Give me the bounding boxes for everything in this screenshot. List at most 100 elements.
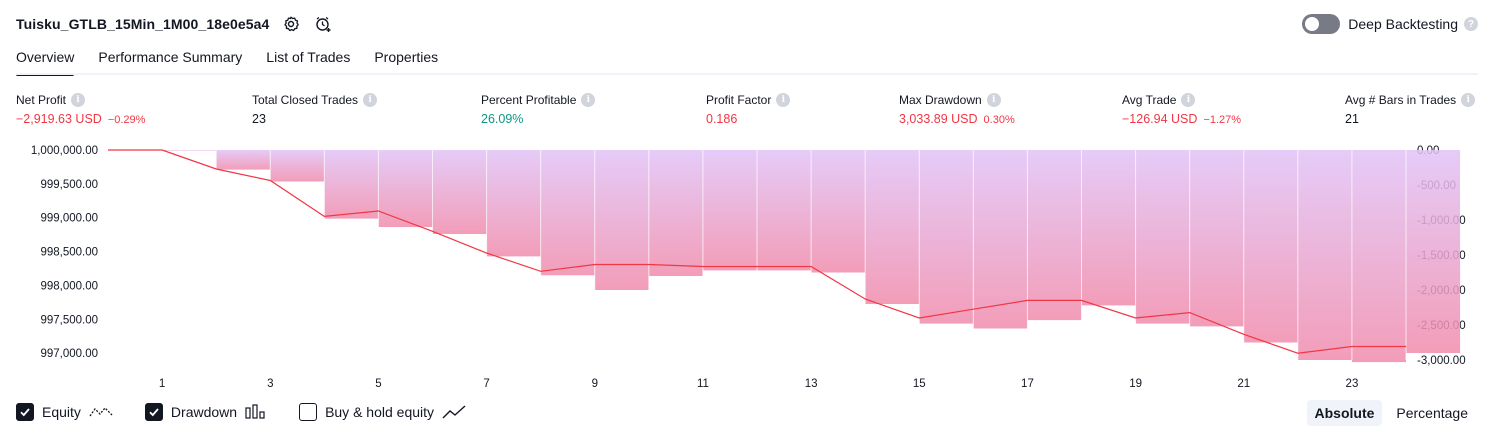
info-icon[interactable]: i <box>363 93 378 107</box>
help-icon[interactable]: ? <box>1464 17 1478 31</box>
drawdown-bar <box>486 150 541 257</box>
drawdown-bar <box>1081 150 1136 306</box>
metric-label: Max Drawdown <box>899 93 982 107</box>
strategy-title: Tuisku_GTLB_15Min_1M00_18e0e5a4 <box>16 16 270 32</box>
left-axis-tick: 997,500.00 <box>40 314 98 326</box>
legend-equity[interactable]: Equity <box>16 403 113 421</box>
deep-backtesting: Deep Backtesting ? <box>1302 14 1478 34</box>
metric-sub-value: −1.27% <box>1203 114 1242 126</box>
info-icon[interactable]: i <box>1181 93 1196 107</box>
drawdown-bar <box>594 150 649 290</box>
tab-performance-summary[interactable]: Performance Summary <box>98 46 242 76</box>
x-axis-tick: 17 <box>1021 378 1034 390</box>
tab-list-of-trades[interactable]: List of Trades <box>266 46 350 76</box>
x-axis-tick: 7 <box>483 378 489 390</box>
deep-backtesting-toggle[interactable] <box>1302 14 1341 34</box>
metric-avg-bars: Avg # Bars in Trades i 21 <box>1345 93 1476 126</box>
drawdown-bar <box>811 150 866 273</box>
x-axis-tick: 9 <box>592 378 598 390</box>
bar-chart-icon <box>245 404 267 420</box>
metric-label: Avg # Bars in Trades <box>1345 93 1457 107</box>
drawdown-bar <box>919 150 974 324</box>
drawdown-bar <box>1351 150 1406 363</box>
info-icon[interactable]: i <box>1461 93 1476 107</box>
left-axis: 1,000,000.00 999,500.00 999,000.00 998,500.… <box>31 145 98 360</box>
metric-max-drawdown: Max Drawdown i 3,033.89 USD 0.30% <box>899 93 1015 126</box>
drawdown-bar <box>378 150 433 227</box>
report-tabs: Overview Performance Summary List of Tra… <box>16 46 462 76</box>
metric-percent-profitable: Percent Profitable i 26.09% <box>481 93 596 126</box>
x-axis-tick: 13 <box>805 378 818 390</box>
info-icon[interactable]: i <box>776 93 791 107</box>
drawdown-bar <box>648 150 703 276</box>
drawdown-bar <box>1135 150 1190 324</box>
metric-net-profit: Net Profit i −2,919.63 USD −0.29% <box>16 93 145 126</box>
x-axis-tick: 3 <box>267 378 273 390</box>
drawdown-bar <box>1406 150 1461 353</box>
metric-sub-value: 0.30% <box>983 114 1015 126</box>
tab-overview[interactable]: Overview <box>16 46 75 76</box>
drawdown-bar <box>540 150 595 276</box>
metric-value: 21 <box>1345 112 1359 126</box>
right-axis-tick: -3,000.00 <box>1417 355 1466 367</box>
metric-label: Percent Profitable <box>481 93 577 107</box>
metric-profit-factor: Profit Factor i 0.186 <box>706 93 791 126</box>
legend-label: Buy & hold equity <box>325 404 435 420</box>
equity-checkbox[interactable] <box>16 403 34 421</box>
absolute-button[interactable]: Absolute <box>1306 400 1383 426</box>
tabs-divider <box>16 73 1478 75</box>
left-axis-tick: 1,000,000.00 <box>31 145 98 157</box>
drawdown-bar <box>432 150 487 234</box>
info-icon[interactable]: i <box>581 93 596 107</box>
settings-icon[interactable] <box>281 14 301 34</box>
drawdown-checkbox[interactable] <box>144 403 163 421</box>
x-axis-tick: 21 <box>1237 378 1250 390</box>
left-axis-tick: 999,500.00 <box>40 179 98 191</box>
x-axis-tick: 23 <box>1346 378 1359 390</box>
metric-label: Profit Factor <box>706 93 772 107</box>
metric-label: Total Closed Trades <box>252 93 359 107</box>
drawdown-bar <box>1243 150 1298 343</box>
x-axis-tick: 15 <box>913 378 926 390</box>
legend-buy-hold[interactable]: Buy & hold equity <box>299 403 466 421</box>
buy-hold-checkbox[interactable] <box>299 403 318 421</box>
left-axis-tick: 998,500.00 <box>40 247 98 259</box>
drawdown-bar <box>324 150 379 219</box>
add-alert-icon[interactable] <box>313 14 333 34</box>
legend-label: Drawdown <box>170 404 238 420</box>
x-axis: 1 3 5 7 9 11 13 15 17 19 21 23 <box>159 378 1358 390</box>
percentage-button[interactable]: Percentage <box>1388 400 1476 426</box>
drawdown-bar <box>1189 150 1244 327</box>
equity-line-icon <box>89 404 113 420</box>
metric-label: Avg Trade <box>1122 93 1177 107</box>
x-axis-tick: 5 <box>375 378 381 390</box>
line-chart-icon <box>442 404 466 420</box>
left-axis-tick: 998,000.00 <box>40 280 98 292</box>
drawdown-bar <box>270 150 325 182</box>
chart-legend: Equity Drawdown Buy & hold equity <box>16 403 498 421</box>
metric-label: Net Profit <box>16 93 67 107</box>
equity-chart[interactable]: 1,000,000.00 999,500.00 999,000.00 998,500.… <box>0 138 1494 398</box>
left-axis-tick: 997,000.00 <box>40 348 98 360</box>
tab-properties[interactable]: Properties <box>374 46 438 76</box>
metric-value: −2,919.63 USD <box>16 112 102 126</box>
metric-sub-value: −0.29% <box>107 114 146 126</box>
info-icon[interactable]: i <box>71 93 86 107</box>
deep-backtesting-label: Deep Backtesting <box>1348 16 1458 32</box>
metric-value: 0.186 <box>706 112 738 126</box>
strategy-header: Tuisku_GTLB_15Min_1M00_18e0e5a4 <box>16 12 333 36</box>
drawdown-bar <box>216 150 271 170</box>
x-axis-tick: 11 <box>697 378 709 390</box>
left-axis-tick: 999,000.00 <box>40 213 98 225</box>
metric-value: 3,033.89 USD <box>899 112 978 126</box>
x-axis-tick: 1 <box>159 378 165 390</box>
metric-value: −126.94 USD <box>1122 112 1198 126</box>
legend-drawdown[interactable]: Drawdown <box>144 403 267 421</box>
metric-total-closed-trades: Total Closed Trades i 23 <box>252 93 378 126</box>
drawdown-bar <box>1297 150 1352 360</box>
metric-avg-trade: Avg Trade i −126.94 USD −1.27% <box>1122 93 1241 126</box>
scale-switch: Absolute Percentage <box>1301 400 1477 426</box>
x-axis-tick: 19 <box>1129 378 1142 390</box>
info-icon[interactable]: i <box>986 93 1001 107</box>
metric-value: 23 <box>252 112 266 126</box>
